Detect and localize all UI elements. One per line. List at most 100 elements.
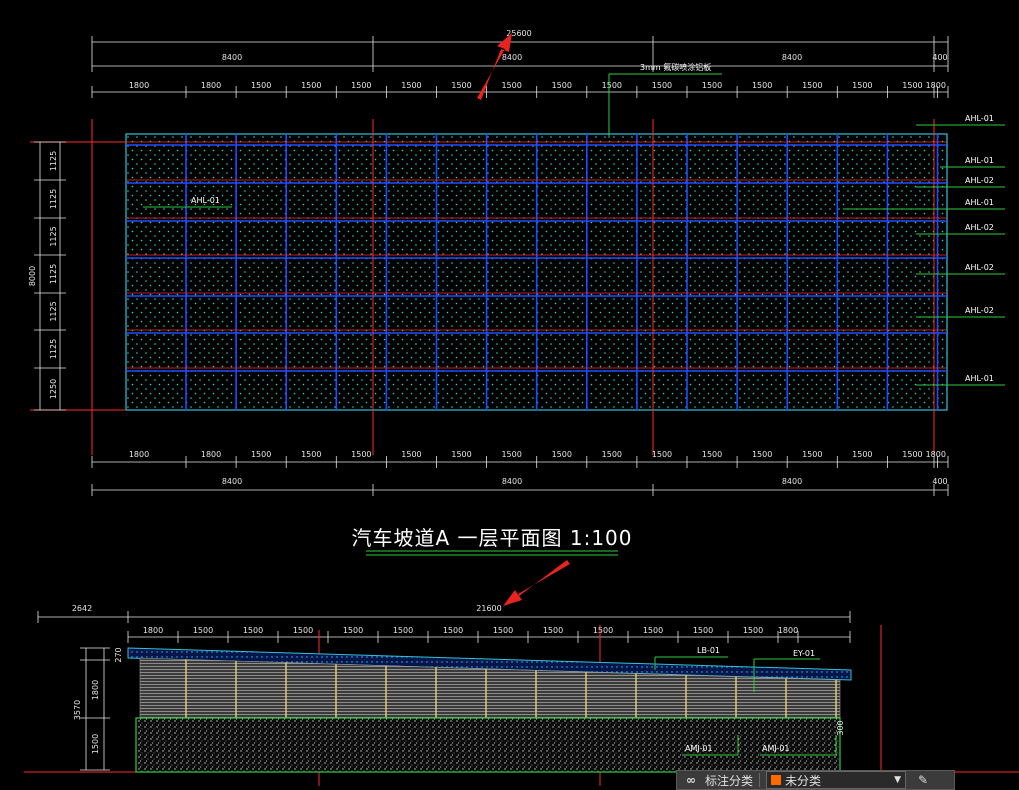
elevation-bay-dim: 1500: [343, 626, 363, 635]
plan-left-total-dimension: 8000: [28, 266, 37, 286]
plan-segment-dim: 8400: [222, 477, 242, 486]
panel-material-note: 3mm 氟碳喷涂铝板: [640, 62, 711, 72]
plan-bay-dim: 1500: [351, 450, 371, 459]
plan-bay-dim: 1500: [702, 81, 722, 90]
plan-bay-dim: 1500: [451, 450, 471, 459]
elevation-label-amj-left: AMJ-01: [685, 744, 713, 753]
elevation-view: 2642 21600 1800 1500 1500 1500 1500 1500 1500 1…: [24, 604, 1019, 786]
plan-bay-dim: 1500: [752, 450, 772, 459]
elevation-label-lb: LB-01: [697, 646, 720, 655]
plan-bottom-bay-dims: 1800 1800 1500 1500 1500 1500 1500 1500 1500 1500…: [129, 450, 946, 459]
plan-bay-dim: 1500: [301, 450, 321, 459]
plan-bay-dim: 1500: [451, 81, 471, 90]
plan-row-dim: 1125: [49, 264, 58, 284]
dimension-category-select[interactable]: 未分类 ▼: [766, 771, 907, 789]
plan-bay-dim: 1500: [802, 81, 822, 90]
plan-row-dim: 1125: [49, 339, 58, 359]
elevation-height-total: 3570: [73, 700, 82, 720]
cad-drawing-canvas[interactable]: 25600 8400 8400 8400 400 1800 1800 1500 1500 15…: [0, 0, 1019, 786]
dimension-category-panel: ∞ 标注分类 未分类 ▼ ✎: [676, 770, 955, 790]
plan-view: 25600 8400 8400 8400 400 1800 1800 1500 1500 15…: [28, 29, 1005, 496]
plan-title: 汽车坡道A 一层平面图 1:100: [351, 526, 632, 550]
plan-row-dim: 1125: [49, 151, 58, 171]
elevation-bay-dim: 1500: [593, 626, 613, 635]
plan-bay-dim: 1500: [802, 450, 822, 459]
callout-label: AHL-01: [965, 156, 994, 165]
annotation-arrow-bottom: [503, 560, 570, 606]
elevation-label-ey: EY-01: [793, 649, 815, 658]
callout-label: AHL-02: [965, 263, 994, 272]
plan-bay-dim: 1500: [852, 450, 872, 459]
elevation-total-dimension: 21600: [476, 604, 501, 613]
plan-segment-dim: 8400: [502, 53, 522, 62]
elevation-height-top: 270: [114, 647, 123, 662]
plan-bay-dim: 1500: [401, 81, 421, 90]
plan-bay-dim: 1500: [652, 450, 672, 459]
plan-row-dim: 1125: [49, 301, 58, 321]
elevation-bay-dim: 1500: [743, 626, 763, 635]
plan-segment-dim: 8400: [222, 53, 242, 62]
plan-bay-dim: 1500: [702, 450, 722, 459]
plan-bay-dim: 1800: [129, 450, 149, 459]
plan-top-bay-dims: 1800 1800 1500 1500 1500 1500 1500 1500 1500 1500…: [129, 81, 946, 90]
plan-top-segment-dims: 8400 8400 8400 400: [222, 53, 948, 62]
plan-segment-dim: 8400: [502, 477, 522, 486]
plan-segment-dim: 400: [932, 477, 947, 486]
callout-label: AHL-01: [965, 114, 994, 123]
plan-row-dim: 1125: [49, 226, 58, 246]
plan-segment-dim: 8400: [782, 477, 802, 486]
elevation-bay-dim: 1500: [293, 626, 313, 635]
panel-separator: [759, 773, 761, 787]
plan-bay-dim: 1800: [926, 81, 946, 90]
callout-label: AHL-02: [965, 223, 994, 232]
plan-bay-dim: 1500: [501, 81, 521, 90]
elevation-offset-dimension: 2642: [72, 604, 92, 613]
plan-bay-dim: 1500: [251, 81, 271, 90]
plan-bay-dim: 1500: [752, 81, 772, 90]
elevation-bay-dim: 1500: [693, 626, 713, 635]
elevation-height-mid: 1800: [91, 680, 100, 700]
plan-bay-dim: 1500: [902, 81, 922, 90]
chevron-down-icon: ▼: [894, 775, 902, 785]
plan-bay-dim: 1800: [201, 81, 221, 90]
callout-label: AHL-02: [965, 176, 994, 185]
elevation-height-bottom: 1500: [91, 734, 100, 754]
elevation-bay-dims: 1800 1500 1500 1500 1500 1500 1500 1500 1500 1500…: [143, 626, 798, 635]
callout-label: AHL-01: [965, 374, 994, 383]
plan-row-dim: 1125: [49, 189, 58, 209]
elevation-bay-dim: 1500: [493, 626, 513, 635]
plan-bay-dim: 1500: [501, 450, 521, 459]
elevation-bay-dim: 1500: [243, 626, 263, 635]
plan-bay-dim: 1500: [552, 450, 572, 459]
elevation-base-wall: [135, 717, 841, 773]
plan-bay-dim: 1500: [852, 81, 872, 90]
plan-row-dim: 1250: [49, 379, 58, 399]
plan-bay-dim: 1500: [902, 450, 922, 459]
elevation-bay-dim: 1500: [443, 626, 463, 635]
plan-segment-dim: 8400: [782, 53, 802, 62]
plan-bay-dim: 1500: [301, 81, 321, 90]
elevation-bay-dim: 1800: [143, 626, 163, 635]
title-underline: [366, 550, 618, 556]
plan-bay-dim: 1500: [552, 81, 572, 90]
elevation-label-amj-right: AMJ-01: [762, 744, 790, 753]
elevation-bay-dim: 1500: [393, 626, 413, 635]
callout-label: AHL-01: [965, 198, 994, 207]
plan-bay-dim: 1500: [652, 81, 672, 90]
link-icon[interactable]: ∞: [683, 773, 699, 787]
plan-bay-dim: 1500: [401, 450, 421, 459]
plan-bay-dim: 1800: [129, 81, 149, 90]
elevation-bay-dim: 1500: [193, 626, 213, 635]
plan-bay-dim: 1500: [602, 450, 622, 459]
callout-label: AHL-02: [965, 306, 994, 315]
plan-bay-dim: 1500: [351, 81, 371, 90]
elevation-bay-dim: 1500: [643, 626, 663, 635]
plan-bay-dim: 1500: [602, 81, 622, 90]
elevation-side-dim: 300: [836, 720, 845, 735]
plan-bay-dim: 1500: [251, 450, 271, 459]
elevation-bay-dim: 1500: [543, 626, 563, 635]
plan-left-row-dims: 1125 1125 1125 1125 1125 1125 1250: [49, 151, 58, 399]
edit-icon[interactable]: ✎: [918, 773, 928, 787]
plan-bottom-segment-dims: 8400 8400 8400 400: [222, 477, 948, 486]
plan-bay-dim: 1800: [926, 450, 946, 459]
